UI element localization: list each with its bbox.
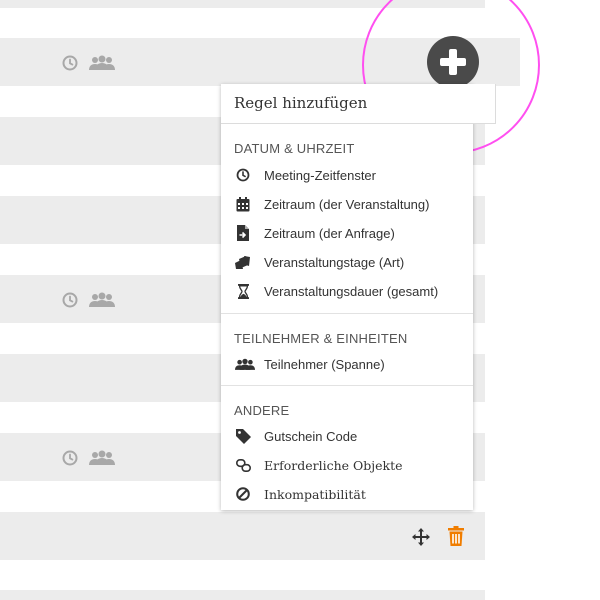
menu-item-label: Teilnehmer (Spanne)	[264, 356, 385, 372]
menu-item-event-days[interactable]: Veranstaltungstage (Art)	[221, 248, 473, 276]
section-title-date-time: DATUM & UHRZEIT	[234, 141, 355, 156]
link-icon	[235, 457, 251, 473]
menu-item-label: Gutschein Code	[264, 428, 358, 444]
dropdown-title: Regel hinzufügen	[234, 94, 368, 112]
row-indicator-icons	[62, 450, 115, 466]
section-title-participants: TEILNEHMER & EINHEITEN	[234, 331, 408, 346]
menu-item-label: Inkompatibilität	[264, 486, 366, 502]
tag-icon	[235, 428, 251, 444]
document-arrow-icon	[235, 225, 251, 241]
menu-item-event-period[interactable]: Zeitraum (der Veranstaltung)	[221, 190, 473, 218]
section-divider	[221, 313, 473, 314]
menu-item-request-period[interactable]: Zeitraum (der Anfrage)	[221, 219, 473, 247]
list-row	[0, 590, 485, 600]
menu-item-meeting-window[interactable]: Meeting-Zeitfenster	[221, 161, 473, 189]
clock-icon	[62, 55, 78, 71]
people-icon	[89, 450, 115, 465]
add-rule-button[interactable]	[427, 36, 479, 88]
menu-item-required-objects[interactable]: Erforderliche Objekte	[221, 451, 473, 479]
people-icon	[89, 292, 115, 307]
menu-item-label: Meeting-Zeitfenster	[264, 167, 376, 183]
delete-row-icon[interactable]	[448, 526, 464, 551]
calendar-icon	[235, 196, 251, 212]
menu-item-label: Zeitraum (der Veranstaltung)	[264, 196, 430, 212]
clock-icon	[62, 292, 78, 308]
menu-item-event-duration[interactable]: Veranstaltungsdauer (gesamt)	[221, 277, 473, 305]
menu-item-participants-range[interactable]: Teilnehmer (Spanne)	[221, 350, 473, 378]
ban-icon	[235, 486, 251, 502]
menu-item-voucher-code[interactable]: Gutschein Code	[221, 422, 473, 450]
menu-item-label: Veranstaltungstage (Art)	[264, 254, 405, 270]
move-row-icon[interactable]	[412, 528, 430, 551]
section-divider	[221, 385, 473, 386]
clock-icon	[235, 167, 251, 183]
menu-item-label: Erforderliche Objekte	[264, 457, 403, 473]
section-title-other: ANDERE	[234, 403, 290, 418]
day-cards-icon	[235, 254, 251, 270]
dropdown-header: Regel hinzufügen	[221, 84, 496, 124]
row-indicator-icons	[62, 55, 115, 71]
clock-icon	[62, 450, 78, 466]
add-rule-dropdown: Regel hinzufügen DATUM & UHRZEIT Meeting…	[221, 84, 496, 510]
people-icon	[235, 356, 255, 372]
list-row	[0, 0, 485, 8]
hourglass-icon	[235, 283, 251, 299]
row-indicator-icons	[62, 292, 115, 308]
menu-item-label: Veranstaltungsdauer (gesamt)	[264, 283, 439, 299]
people-icon	[89, 55, 115, 70]
menu-item-label: Zeitraum (der Anfrage)	[264, 225, 395, 241]
menu-item-incompatibility[interactable]: Inkompatibilität	[221, 480, 473, 508]
